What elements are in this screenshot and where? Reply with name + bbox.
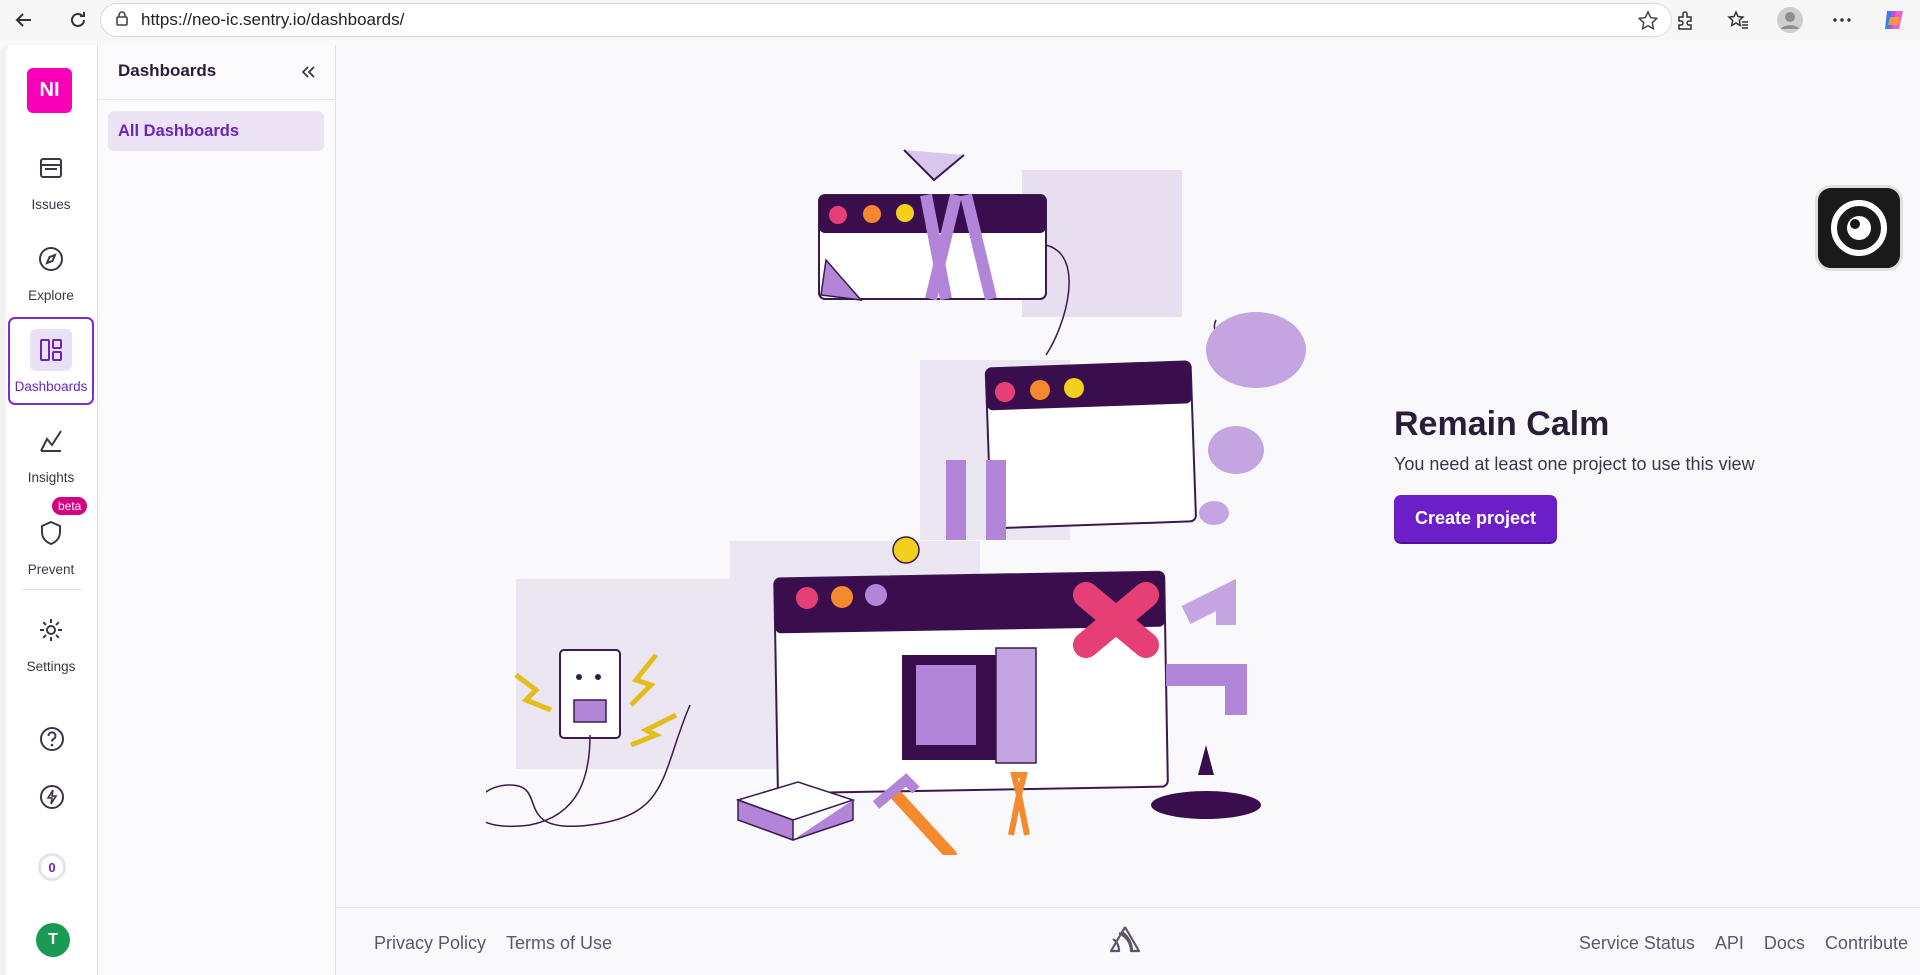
reload-icon[interactable] — [62, 4, 94, 36]
url-text: https://neo-ic.sentry.io/dashboards/ — [141, 10, 405, 29]
browser-toolbar: https://neo-ic.sentry.io/dashboards/ — [0, 0, 1920, 40]
sentry-logo-icon[interactable] — [1108, 924, 1142, 959]
empty-state: Remain Calm You need at least one projec… — [1394, 405, 1755, 542]
nav-insights[interactable]: Insights — [8, 410, 94, 498]
api-link[interactable]: API — [1715, 933, 1744, 954]
collapse-sidebar-icon[interactable] — [297, 61, 319, 83]
nav-prevent[interactable]: Prevent — [8, 502, 94, 590]
nav-explore[interactable]: Explore — [8, 228, 94, 316]
issues-icon — [30, 147, 72, 189]
lock-icon — [115, 10, 129, 31]
insights-icon — [30, 420, 72, 462]
privacy-policy-link[interactable]: Privacy Policy — [374, 933, 486, 954]
sidebar-item-all-dashboards[interactable]: All Dashboards — [108, 111, 324, 151]
nav-explore-label: Explore — [28, 288, 74, 303]
sidebar-title: Dashboards — [118, 61, 217, 80]
service-status-link[interactable]: Service Status — [1579, 933, 1695, 954]
shield-icon — [30, 512, 72, 554]
nav-insights-label: Insights — [27, 470, 75, 485]
primary-nav: NI Issues Explore Dashboards Insights be… — [0, 45, 98, 975]
more-menu-icon[interactable] — [1826, 4, 1858, 36]
nav-settings-label: Settings — [26, 659, 76, 674]
empty-state-heading: Remain Calm — [1394, 405, 1610, 443]
gear-icon — [30, 609, 72, 651]
avatar[interactable]: T — [36, 923, 70, 957]
contribute-link[interactable]: Contribute — [1825, 933, 1908, 954]
empty-state-message: You need at least one project to use thi… — [1394, 454, 1755, 474]
footer: Privacy Policy Terms of Use Service Stat… — [336, 907, 1920, 975]
profile-icon[interactable] — [1774, 4, 1806, 36]
address-bar[interactable]: https://neo-ic.sentry.io/dashboards/ — [100, 3, 1672, 37]
dashboards-sidebar: Dashboards All Dashboards — [98, 45, 336, 975]
compass-icon — [30, 238, 72, 280]
terms-of-use-link[interactable]: Terms of Use — [506, 933, 612, 954]
extensions-icon[interactable] — [1670, 4, 1702, 36]
onboarding-counter[interactable]: 0 — [38, 853, 66, 881]
create-project-button[interactable]: Create project — [1394, 495, 1557, 542]
favorites-icon[interactable] — [1722, 4, 1754, 36]
nav-dashboards-label: Dashboards — [14, 379, 88, 394]
docs-link[interactable]: Docs — [1764, 933, 1805, 954]
help-icon[interactable] — [36, 723, 68, 755]
nav-dashboards[interactable]: Dashboards — [8, 317, 94, 405]
org-badge[interactable]: NI — [27, 68, 72, 113]
whats-new-icon[interactable] — [36, 781, 68, 813]
main-content: Remain Calm You need at least one projec… — [336, 45, 1920, 975]
favorite-star-icon[interactable] — [1637, 10, 1659, 37]
back-icon[interactable] — [8, 4, 40, 36]
nav-settings[interactable]: Settings — [8, 599, 94, 687]
sidebar-header: Dashboards — [98, 45, 335, 100]
nav-issues[interactable]: Issues — [8, 137, 94, 225]
nav-prevent-label: Prevent — [27, 562, 75, 577]
nav-divider — [22, 589, 82, 590]
screen-recorder-icon[interactable] — [1815, 185, 1903, 271]
copilot-icon[interactable] — [1878, 4, 1910, 36]
broken-windows-illustration — [474, 95, 1336, 861]
nav-issues-label: Issues — [31, 197, 71, 212]
dashboards-icon — [30, 329, 72, 371]
